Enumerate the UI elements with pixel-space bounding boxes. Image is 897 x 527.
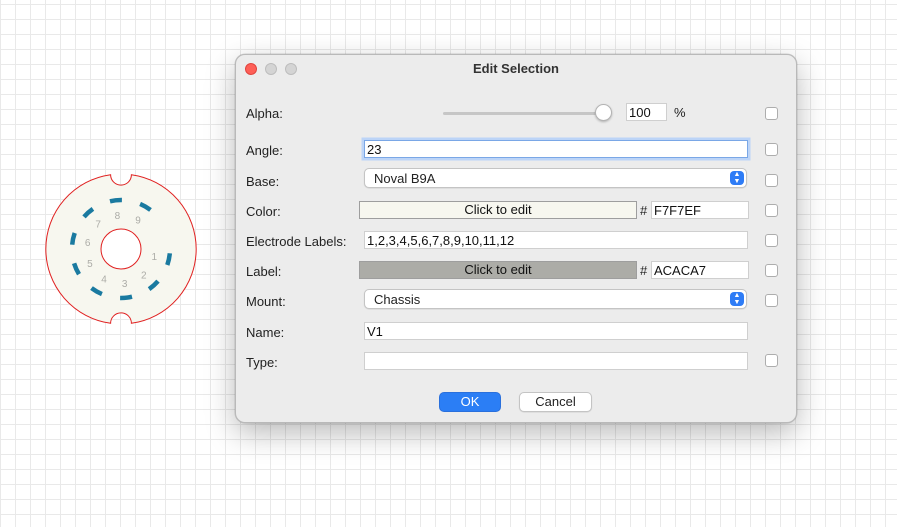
angle-field[interactable] (364, 140, 748, 158)
base-label: Base: (246, 174, 280, 189)
pin-label-8: 8 (115, 211, 121, 222)
tube-center-hole (100, 228, 142, 270)
label-color-edit-button[interactable]: Click to edit (359, 261, 637, 279)
color-checkbox[interactable] (765, 204, 778, 217)
pin-label-3: 3 (122, 279, 128, 290)
pin-label-9: 9 (135, 216, 141, 227)
pin-8 (109, 197, 122, 204)
alpha-value-field[interactable] (626, 103, 667, 121)
color-label: Color: (246, 204, 281, 219)
alpha-slider-track[interactable] (443, 112, 605, 115)
angle-checkbox[interactable] (765, 143, 778, 156)
label-color-hex-field[interactable] (651, 261, 749, 279)
base-selected-value: Noval B9A (374, 171, 436, 186)
mount-select[interactable]: Chassis ▲ ▼ (364, 289, 747, 309)
angle-label: Angle: (246, 143, 283, 158)
label-color-checkbox[interactable] (765, 264, 778, 277)
name-label: Name: (246, 325, 285, 340)
electrode-labels-checkbox[interactable] (765, 234, 778, 247)
name-field[interactable] (364, 322, 748, 340)
chevron-updown-icon: ▲ ▼ (730, 171, 744, 185)
dialog-title: Edit Selection (473, 61, 559, 76)
alpha-label: Alpha: (246, 106, 283, 121)
type-label: Type: (246, 355, 278, 370)
pin-label-4: 4 (101, 274, 107, 285)
base-select[interactable]: Noval B9A ▲ ▼ (364, 168, 747, 188)
label-color-hash: # (640, 263, 648, 278)
chevron-updown-icon: ▲ ▼ (730, 292, 744, 306)
cancel-button[interactable]: Cancel (519, 392, 592, 412)
pin-label-1: 1 (152, 252, 158, 263)
tube-socket-drawing[interactable]: 12345678 9 (0, 0, 240, 527)
color-hash: # (640, 203, 648, 218)
dialog-titlebar[interactable]: Edit Selection (236, 55, 796, 83)
alpha-slider-thumb[interactable] (595, 104, 612, 121)
pin-label-2: 2 (141, 270, 147, 281)
pin-1 (165, 253, 173, 266)
type-checkbox[interactable] (765, 354, 778, 367)
color-hex-field[interactable] (651, 201, 749, 219)
pin-label-6: 6 (85, 238, 91, 249)
mount-label: Mount: (246, 294, 286, 309)
pin-label-7: 7 (95, 220, 101, 231)
alpha-unit: % (674, 105, 686, 120)
mount-selected-value: Chassis (374, 292, 421, 307)
electrode-labels-field[interactable] (364, 231, 748, 249)
pin-label-5: 5 (87, 259, 93, 270)
alpha-checkbox[interactable] (765, 107, 778, 120)
pin-6 (69, 232, 77, 245)
type-field[interactable] (364, 352, 748, 370)
pin-3 (120, 294, 133, 301)
ok-button[interactable]: OK (439, 392, 501, 412)
edit-selection-dialog: Edit Selection Alpha: % Angle: Base: Nov… (235, 54, 797, 423)
mount-checkbox[interactable] (765, 294, 778, 307)
base-checkbox[interactable] (765, 174, 778, 187)
label-color-label: Label: (246, 264, 282, 279)
electrode-labels-label: Electrode Labels: (246, 234, 347, 249)
color-edit-button[interactable]: Click to edit (359, 201, 637, 219)
